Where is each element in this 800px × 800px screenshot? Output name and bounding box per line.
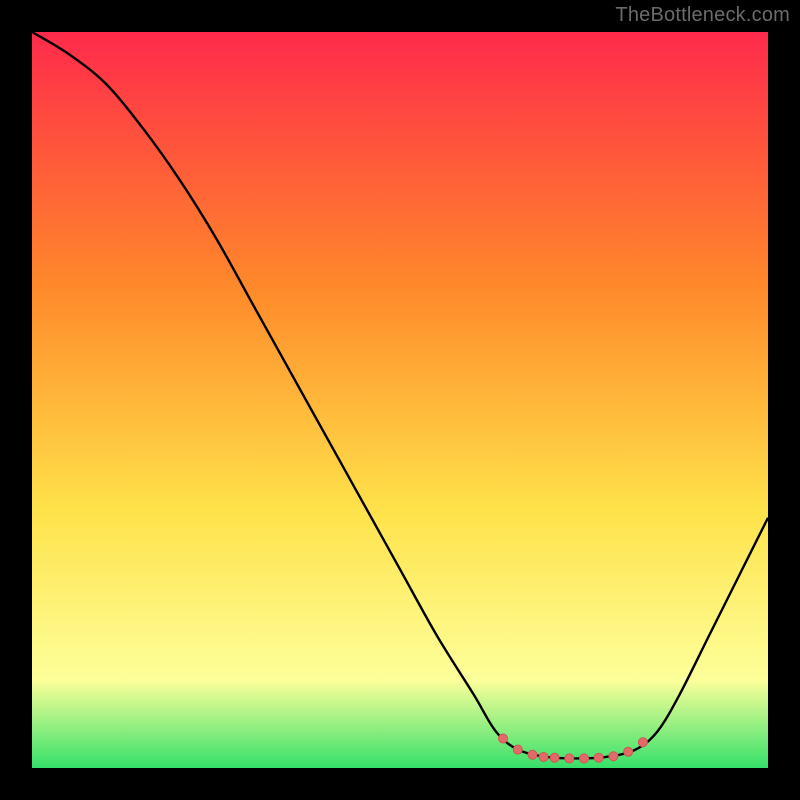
optimal-dot: [624, 747, 633, 756]
optimal-dot: [499, 734, 508, 743]
optimal-dot: [638, 738, 647, 747]
optimal-dot: [528, 750, 537, 759]
watermark-text: TheBottleneck.com: [615, 4, 790, 27]
optimal-dot: [513, 745, 522, 754]
optimal-dot: [609, 752, 618, 761]
chart-svg: [0, 0, 800, 800]
bottleneck-chart-canvas: TheBottleneck.com: [0, 0, 800, 800]
optimal-dot: [580, 754, 589, 763]
optimal-dot: [594, 753, 603, 762]
optimal-dot: [539, 752, 548, 761]
optimal-dot: [550, 753, 559, 762]
optimal-dot: [565, 754, 574, 763]
plot-area: [32, 32, 768, 768]
